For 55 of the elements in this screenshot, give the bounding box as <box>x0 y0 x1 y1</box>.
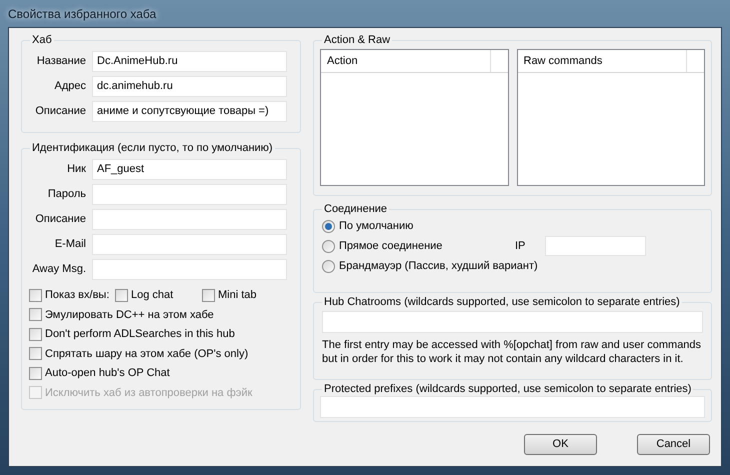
group-title: Идентификация (если пусто, то по умолчанию) <box>31 142 274 155</box>
text-field[interactable] <box>322 311 703 333</box>
ip-field[interactable] <box>545 236 646 256</box>
field-label: Описание <box>34 212 87 228</box>
checkbox[interactable] <box>202 288 215 302</box>
ip-label: IP <box>515 238 526 254</box>
radio-button[interactable] <box>322 260 335 272</box>
checkbox[interactable] <box>29 288 42 302</box>
checkbox[interactable] <box>29 328 42 341</box>
checkbox-label: Mini tab <box>218 288 257 303</box>
checkbox[interactable] <box>29 347 42 360</box>
column-header[interactable]: Action <box>321 50 490 72</box>
text-field[interactable]: AF_guest <box>92 159 287 180</box>
checkbox-label: Исключить хаб из автопроверки на фэйк <box>45 386 252 400</box>
field-label: Away Msg. <box>31 262 87 278</box>
list-view[interactable]: Action <box>320 49 508 186</box>
checkbox[interactable] <box>29 308 42 322</box>
field-label: E-Mail <box>54 237 87 252</box>
field-label: Пароль <box>46 187 87 202</box>
field-label: Название <box>36 54 87 70</box>
checkbox[interactable] <box>29 366 42 380</box>
text-field[interactable] <box>92 259 287 280</box>
checkbox-label: Спрятать шару на этом хабе (OP's only) <box>45 346 248 362</box>
text-field[interactable] <box>92 184 287 205</box>
group-title: Hub Chatrooms (wildcards supported, use semicolon to separate entries) <box>323 296 681 309</box>
field-label: Адрес <box>54 79 87 94</box>
radio-label: Брандмауэр (Пассив, худший вариант) <box>339 258 538 274</box>
radio-label: Прямое соединение <box>339 238 444 254</box>
dialog-button[interactable]: OK <box>524 434 597 455</box>
radio-button[interactable] <box>322 240 335 252</box>
list-view[interactable]: Raw commands <box>516 49 705 186</box>
column-header[interactable]: Raw commands <box>518 50 687 72</box>
text-field[interactable]: аниме и сопутсвующие товары =) <box>92 101 287 122</box>
text-field[interactable] <box>320 396 705 418</box>
field-label: Описание <box>34 104 87 120</box>
field-label: Ник <box>66 162 87 178</box>
radio-button[interactable] <box>322 220 335 232</box>
checkbox-label: Log chat <box>131 288 174 303</box>
dialog-button[interactable]: Cancel <box>637 434 710 455</box>
checkbox[interactable] <box>115 288 128 302</box>
checkbox-label: Auto-open hub's OP Chat <box>45 366 170 381</box>
group-title: Protected prefixes (wildcards supported, use semicolon to separate entries) <box>323 383 692 396</box>
radio-label: По умолчанию <box>339 218 414 234</box>
checkbox-label: Эмулировать DC++ на этом хабе <box>45 308 214 322</box>
text-field[interactable]: Dc.AnimeHub.ru <box>92 51 287 72</box>
text-field[interactable] <box>92 209 287 230</box>
group-title: Action & Raw <box>323 34 392 47</box>
group-title: Хаб <box>31 34 53 47</box>
checkbox-label: Показ вх/вы: <box>45 288 110 303</box>
text-field[interactable]: dc.animehub.ru <box>92 76 287 97</box>
checkbox-label: Don't perform ADLSearches in this hub <box>45 327 235 342</box>
group-title: Соединение <box>323 203 388 216</box>
text-field[interactable] <box>92 234 287 255</box>
hint-text: The first entry may be accessed with %[opchat] from raw and user commands but in order for this to work it may not contain any wildcard characters in it. <box>321 338 702 366</box>
window-title: Свойства избранного хаба <box>8 6 156 22</box>
